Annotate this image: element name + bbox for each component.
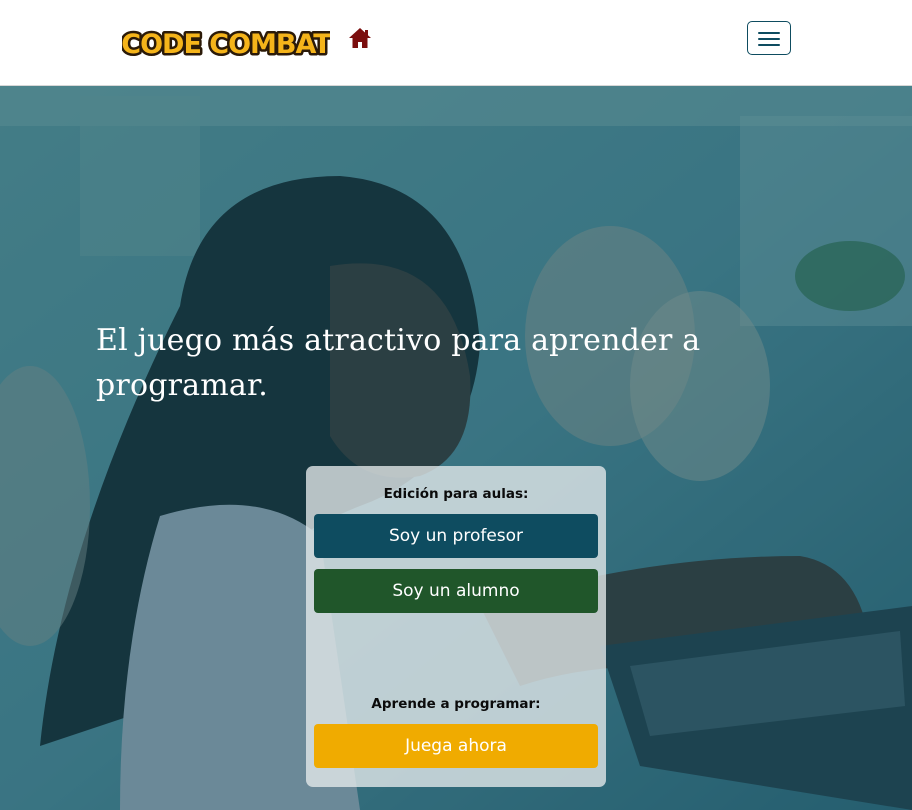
home-link[interactable] bbox=[348, 27, 372, 49]
signup-panel: Edición para aulas: Soy un profesor Soy … bbox=[306, 466, 606, 787]
learn-to-code-label: Aprende a programar: bbox=[371, 696, 541, 712]
home-icon bbox=[349, 28, 371, 48]
classroom-edition-label: Edición para aulas: bbox=[383, 486, 529, 502]
logo-text: CODE COMBAT bbox=[122, 29, 330, 60]
student-button[interactable]: Soy un alumno bbox=[314, 569, 598, 613]
teacher-button[interactable]: Soy un profesor bbox=[314, 514, 598, 558]
page: CODE COMBAT El juego más atractivo para … bbox=[0, 0, 912, 810]
hero-section: El juego más atractivo para aprender a p… bbox=[0, 86, 912, 810]
hamburger-bar bbox=[758, 38, 780, 40]
hero-title: El juego más atractivo para aprender a p… bbox=[96, 323, 701, 403]
hamburger-menu-icon bbox=[758, 32, 780, 34]
hamburger-bar bbox=[758, 44, 780, 46]
play-now-button[interactable]: Juega ahora bbox=[314, 724, 598, 768]
menu-toggle-button[interactable] bbox=[747, 21, 791, 55]
navbar: CODE COMBAT bbox=[0, 0, 912, 86]
codecombat-logo[interactable]: CODE COMBAT bbox=[122, 20, 330, 63]
